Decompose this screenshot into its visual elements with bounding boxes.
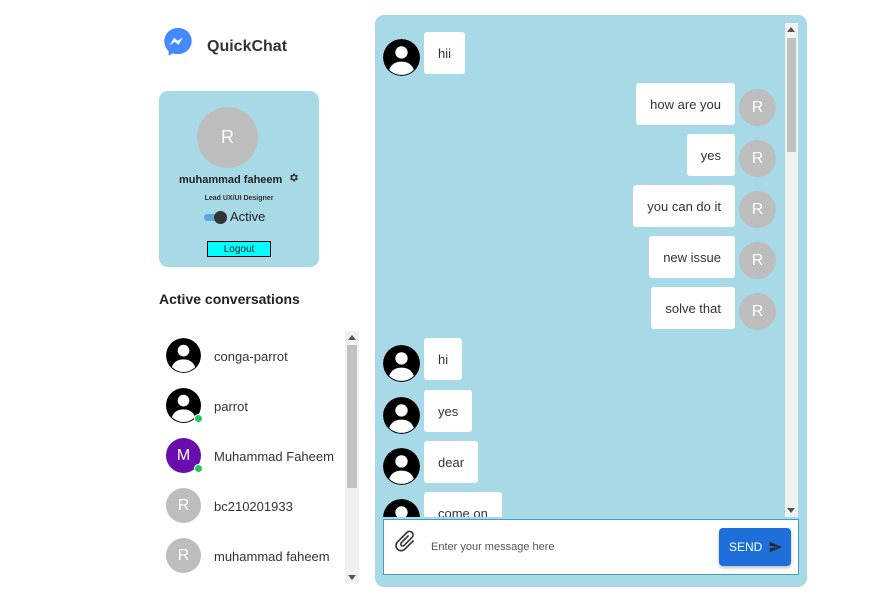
message-received: hi <box>383 338 463 382</box>
person-icon <box>383 39 420 76</box>
conversations-title: Active conversations <box>159 291 300 307</box>
conversation-list: conga-parrot parrot M Muhammad Faheem R … <box>159 331 359 584</box>
conversation-item[interactable]: M Muhammad Faheem <box>159 431 345 481</box>
app-title: QuickChat <box>207 38 288 55</box>
scroll-down-icon[interactable] <box>348 575 356 580</box>
scroll-up-icon[interactable] <box>787 27 795 32</box>
avatar <box>166 388 203 423</box>
profile-avatar: R <box>197 107 258 168</box>
send-label: SEND <box>729 540 763 554</box>
conversation-scrollbar[interactable] <box>345 331 359 584</box>
paperclip-icon[interactable] <box>392 528 418 554</box>
avatar-letter: R <box>177 546 190 564</box>
avatar: R <box>739 191 776 228</box>
avatar: R <box>739 140 776 177</box>
avatar-letter: M <box>176 446 191 464</box>
message-sent: yes R <box>686 134 776 177</box>
conversation-item[interactable]: conga-parrot <box>159 331 345 381</box>
message-bubble: solve that <box>651 287 735 329</box>
message-bubble: dear <box>424 441 479 483</box>
scrollbar-thumb[interactable] <box>787 38 796 152</box>
avatar-letter: R <box>177 496 190 514</box>
avatar: M <box>166 438 203 473</box>
message-sent: you can do it R <box>633 185 776 228</box>
message-bubble: you can do it <box>633 185 735 227</box>
message-input[interactable] <box>431 533 701 561</box>
avatar: R <box>166 488 201 523</box>
scroll-up-icon[interactable] <box>348 335 356 340</box>
conversation-item[interactable]: R bc210201933 <box>159 481 345 531</box>
profile-name: muhammad faheem <box>179 174 283 186</box>
chat-scrollbar[interactable] <box>785 23 798 517</box>
avatar: R <box>739 242 776 279</box>
message-bubble: yes <box>424 390 473 432</box>
conversation-name: bc210201933 <box>214 498 293 514</box>
scrollbar-thumb[interactable] <box>347 345 357 488</box>
person-icon <box>383 499 420 517</box>
online-indicator <box>194 414 203 423</box>
message-bubble: yes <box>686 134 735 176</box>
message-received: come on <box>383 492 502 517</box>
chat-panel: hii how are you R yes R you can do it R … <box>375 15 807 587</box>
brand: QuickChat <box>162 26 287 58</box>
conversation-name: Muhammad Faheem <box>214 448 334 464</box>
conversation-name: conga-parrot <box>214 348 288 364</box>
message-sent: how are you R <box>636 83 776 126</box>
person-icon <box>383 345 420 382</box>
message-received: yes <box>383 390 473 434</box>
message-composer: SEND <box>383 519 799 575</box>
person-icon <box>383 448 420 485</box>
message-received: hii <box>383 32 466 76</box>
message-received: dear <box>383 441 479 485</box>
avatar: R <box>739 89 776 126</box>
profile-card: R muhammad faheem Lead UX/UI Designer Ac… <box>159 91 319 267</box>
online-indicator <box>194 464 203 473</box>
message-bubble: hi <box>424 338 463 380</box>
gear-icon[interactable] <box>288 172 299 183</box>
send-icon <box>769 541 782 553</box>
status-toggle[interactable] <box>204 211 227 224</box>
profile-role: Lead UX/UI Designer <box>204 195 274 202</box>
message-bubble: come on <box>424 492 502 517</box>
message-bubble: how are you <box>636 83 735 125</box>
messenger-icon <box>164 28 192 56</box>
message-list: hii how are you R yes R you can do it R … <box>375 23 785 517</box>
avatar: R <box>739 293 776 330</box>
message-bubble: new issue <box>649 236 735 278</box>
conversation-name: muhammad faheem <box>214 548 330 564</box>
message-sent: new issue R <box>649 236 776 279</box>
avatar: R <box>166 538 201 573</box>
logout-button[interactable]: Logout <box>207 241 271 257</box>
send-button[interactable]: SEND <box>719 528 791 566</box>
person-icon <box>383 397 420 434</box>
status-label: Active <box>230 209 266 224</box>
scroll-down-icon[interactable] <box>787 508 795 513</box>
conversation-item[interactable]: parrot <box>159 381 345 431</box>
toggle-knob <box>214 211 227 224</box>
message-bubble: hii <box>424 32 466 74</box>
message-sent: solve that R <box>651 287 776 330</box>
conversation-name: parrot <box>214 398 248 414</box>
conversation-item[interactable]: R muhammad faheem <box>159 531 345 581</box>
person-icon <box>166 338 201 373</box>
